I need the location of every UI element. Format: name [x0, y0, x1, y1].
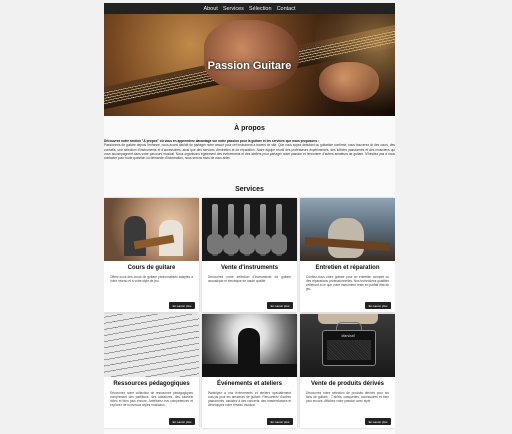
concert-photo [202, 314, 297, 377]
service-card-cours: Cours de guitare Offrez-vous des cours d… [104, 198, 199, 312]
person-shape [328, 218, 364, 258]
top-nav: About Services Sélection Contact [104, 3, 395, 14]
more-button[interactable]: En savoir plus [169, 302, 195, 309]
guitar-shape [207, 204, 223, 256]
card-title: Vente d'instruments [220, 265, 279, 271]
guitar-shape [271, 204, 287, 256]
nav-item-services[interactable]: Services [223, 6, 244, 12]
service-card-entretien: Entretien et réparation Confiez-nous vot… [300, 198, 395, 312]
card-title: Événements et ateliers [216, 381, 283, 387]
more-button[interactable]: En savoir plus [267, 302, 293, 309]
about-text: Découvrez notre section "À propos" où vo… [104, 139, 395, 160]
more-button[interactable]: En savoir plus [169, 418, 195, 425]
service-card-evenements: Événements et ateliers Participez à nos … [202, 314, 297, 428]
page: About Services Sélection Contact Passion… [104, 3, 395, 434]
guitar-shape [255, 204, 271, 256]
nav-item-contact[interactable]: Contact [277, 6, 296, 12]
amp-logo: Marshall [341, 334, 355, 338]
card-title: Cours de guitare [127, 265, 176, 271]
card-desc: Confiez-nous votre guitare pour un entre… [306, 275, 389, 291]
person-shape [124, 216, 146, 256]
service-card-ressources: Ressources pédagogiques Découvrez notre … [104, 314, 199, 428]
sheet-music-photo [104, 314, 199, 377]
card-desc: Offrez-vous des cours de guitare personn… [110, 275, 193, 283]
card-desc: Découvrez notre sélection de produits dé… [306, 391, 389, 403]
about-heading: À propos [234, 125, 265, 132]
hero-title: Passion Guitare [207, 60, 292, 72]
guitar-shape [239, 204, 255, 256]
service-card-produits: Marshall Vente de produits dérivés Décou… [300, 314, 395, 428]
more-button[interactable]: En savoir plus [365, 302, 391, 309]
amplifier-photo: Marshall [300, 314, 395, 377]
nav-item-selection[interactable]: Sélection [249, 6, 272, 12]
services-heading: Services [235, 186, 264, 193]
card-desc: Découvrez notre sélection d'instruments … [208, 275, 291, 283]
guitar-wall-photo [202, 198, 297, 261]
more-button[interactable]: En savoir plus [365, 418, 391, 425]
card-title: Entretien et réparation [315, 265, 380, 271]
nav-item-about[interactable]: About [203, 6, 217, 12]
card-desc: Découvrez notre collection de ressources… [110, 391, 193, 407]
lesson-photo [104, 198, 199, 261]
more-button[interactable]: En savoir plus [267, 418, 293, 425]
card-title: Vente de produits dérivés [310, 381, 385, 387]
card-title: Ressources pédagogiques [113, 381, 190, 387]
repair-photo [300, 198, 395, 261]
hand-shape [204, 20, 299, 90]
service-card-vente: Vente d'instruments Découvrez notre séle… [202, 198, 297, 312]
card-desc: Participez à nos événements et ateliers … [208, 391, 291, 407]
guitar-shape [223, 204, 239, 256]
about-body: Passionnés de guitare depuis l'enfance, … [104, 143, 395, 161]
crowd-silhouette [202, 364, 297, 377]
